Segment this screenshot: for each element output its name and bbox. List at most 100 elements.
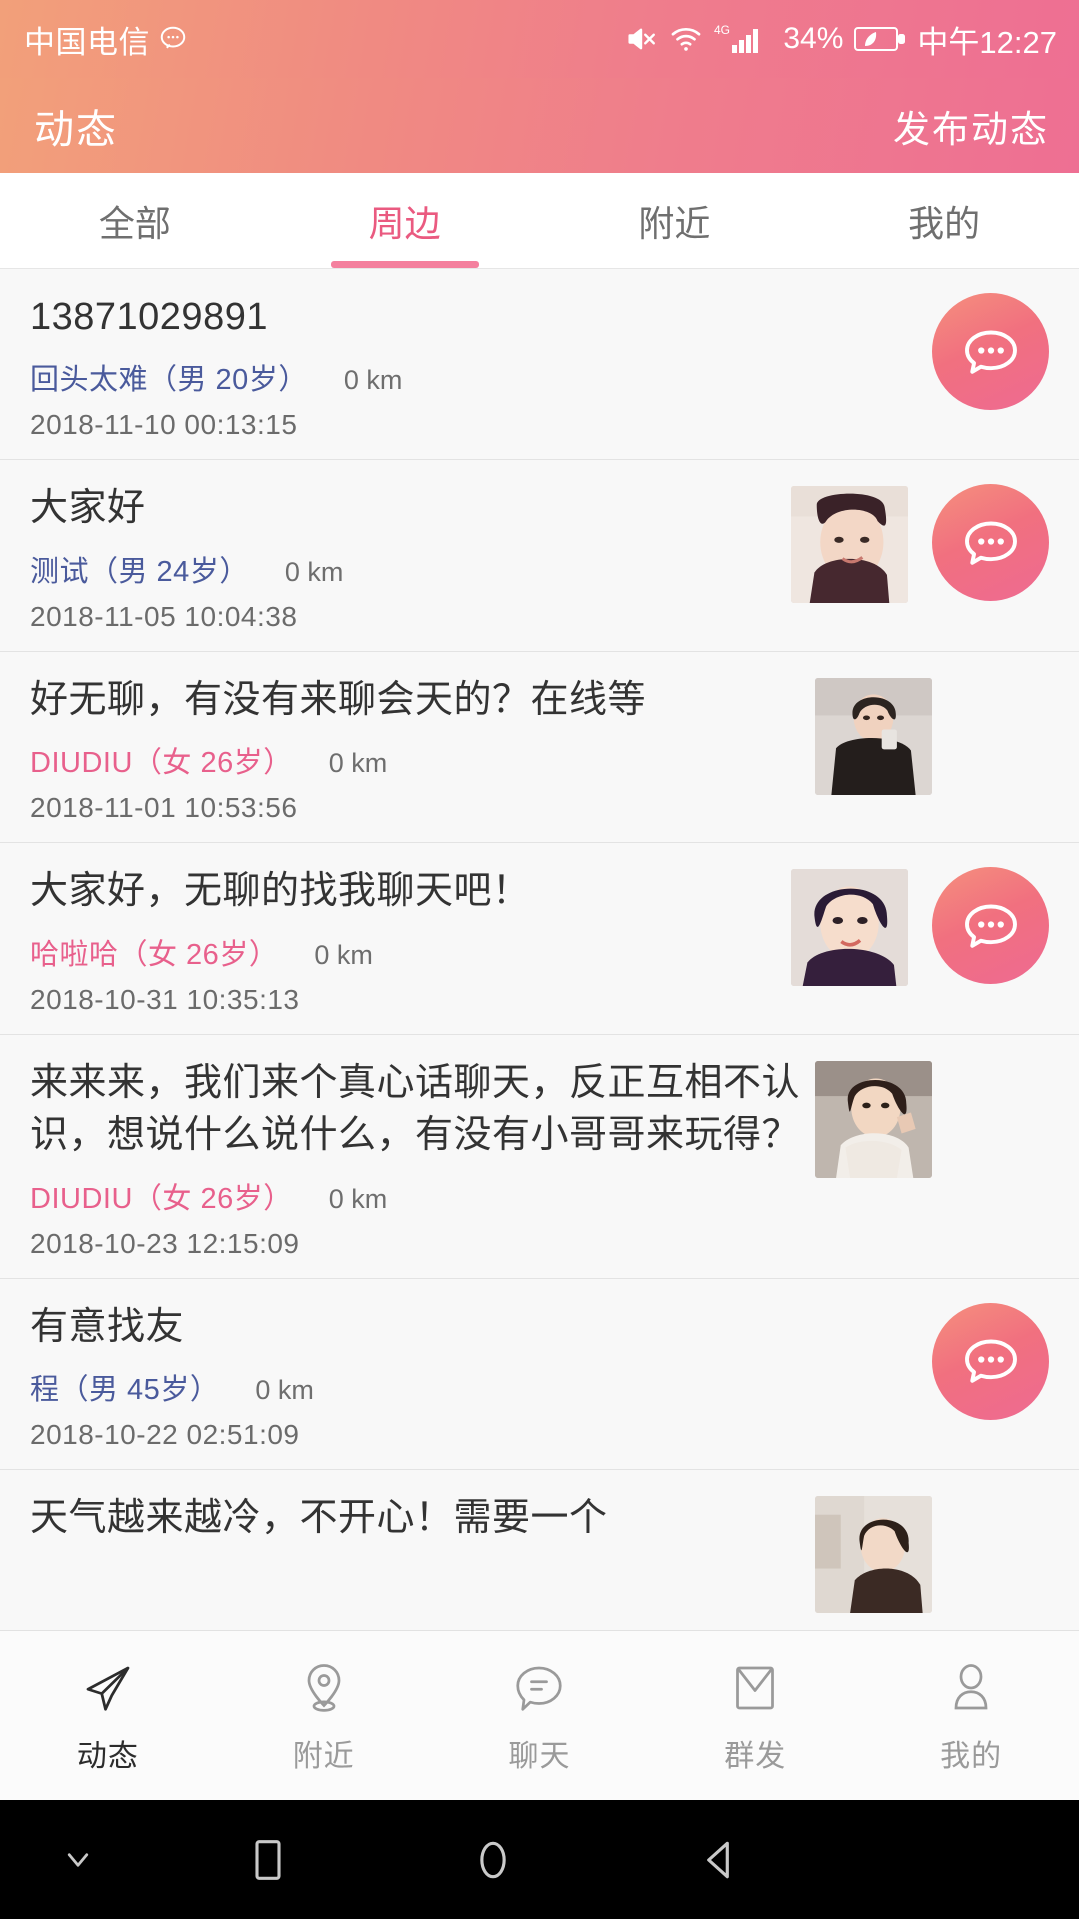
chat-button[interactable]: [932, 293, 1049, 410]
tab-all[interactable]: 全部: [0, 173, 270, 268]
person-icon: [941, 1657, 1001, 1719]
post-text: 好无聊，有没有来聊会天的？在线等: [30, 678, 647, 721]
post-distance: 0 km: [328, 1183, 388, 1214]
post-thumbnail[interactable]: [791, 486, 908, 604]
status-bar-right: 4G 34% 中午12:27: [624, 17, 1057, 62]
recents-icon[interactable]: [155, 1834, 380, 1886]
post-meta: 程（男 45岁） 0 km: [30, 1366, 777, 1408]
post-thumbnail[interactable]: [815, 677, 932, 795]
nav-label-broadcast: 群发: [724, 1739, 787, 1773]
post-meta: 回头太难（男 20岁） 0 km: [30, 356, 777, 398]
nav-item-mine[interactable]: 我的: [863, 1657, 1079, 1775]
post-text: 来来来，我们来个真心话聊天，反正互相不认识，想说什么说什么，有没有小哥哥来玩得？: [30, 1061, 801, 1157]
post-content: 大家好，无聊的找我聊天吧！ 哈啦哈（女 26岁） 0 km 2018-10-31…: [30, 865, 791, 1015]
post-author[interactable]: 测试（男 24岁）: [30, 548, 249, 590]
post-thumbnail[interactable]: [791, 869, 908, 987]
post-timestamp: 2018-11-05 10:04:38: [30, 600, 298, 632]
post-text: 天气越来越冷，不开心！需要一个: [30, 1497, 608, 1540]
post-text: 13871029891: [30, 296, 268, 338]
post-distance: 0 km: [284, 556, 344, 587]
post-content: 13871029891 回头太难（男 20岁） 0 km 2018-11-10 …: [30, 291, 791, 441]
nav-label-mine: 我的: [940, 1739, 1003, 1773]
post-text: 有意找友: [30, 1305, 185, 1348]
nav-item-nearby[interactable]: 附近: [216, 1657, 432, 1775]
wifi-icon: [669, 22, 703, 56]
post-author[interactable]: 程（男 45岁）: [30, 1366, 219, 1408]
post-item[interactable]: 天气越来越冷，不开心！需要一个: [0, 1470, 1079, 1630]
post-author[interactable]: 哈啦哈（女 26岁）: [30, 931, 278, 973]
post-thumbnail[interactable]: [815, 1496, 932, 1614]
post-timestamp: 2018-11-10 00:13:15: [30, 409, 298, 441]
chat-button[interactable]: [932, 484, 1049, 602]
svg-text:4G: 4G: [714, 23, 730, 37]
post-distance: 0 km: [328, 748, 388, 779]
post-distance: 0 km: [343, 365, 403, 396]
post-meta: DIUDIU（女 26岁） 0 km: [30, 1175, 801, 1217]
chat-button-placeholder: [932, 674, 1049, 791]
back-icon[interactable]: [605, 1834, 830, 1886]
post-item[interactable]: 有意找友 程（男 45岁） 0 km 2018-10-22 02:51:09: [0, 1278, 1079, 1471]
tab-bar: 全部 周边 附近 我的: [0, 173, 1079, 269]
post-item[interactable]: 来来来，我们来个真心话聊天，反正互相不认识，想说什么说什么，有没有小哥哥来玩得？…: [0, 1034, 1079, 1279]
post-content: 大家好 测试（男 24岁） 0 km 2018-11-05 10:04:38: [30, 482, 791, 632]
post-text: 大家好: [30, 487, 146, 530]
hide-keyboard-icon[interactable]: [0, 1839, 155, 1881]
post-item[interactable]: 大家好 测试（男 24岁） 0 km 2018-11-05 10:04:38: [0, 460, 1079, 652]
nav-item-chat[interactable]: 聊天: [432, 1657, 648, 1775]
post-author[interactable]: 回头太难（男 20岁）: [30, 356, 308, 398]
post-timestamp: 2018-10-22 02:51:09: [30, 1419, 300, 1451]
post-content: 天气越来越冷，不开心！需要一个: [30, 1492, 815, 1544]
post-distance: 0 km: [314, 939, 373, 970]
post-author[interactable]: DIUDIU（女 26岁）: [30, 1175, 293, 1217]
post-item[interactable]: 13871029891 回头太难（男 20岁） 0 km 2018-11-10 …: [0, 269, 1079, 461]
mute-icon: [624, 22, 658, 56]
paper-plane-icon: [78, 1657, 138, 1719]
android-system-bar: [0, 1800, 1079, 1919]
post-meta: 测试（男 24岁） 0 km: [30, 548, 777, 590]
post-meta: 哈啦哈（女 26岁） 0 km: [30, 931, 777, 973]
app-header: 动态 发布动态: [0, 78, 1079, 173]
post-distance: 0 km: [255, 1375, 314, 1406]
chat-button[interactable]: [932, 1302, 1049, 1420]
chat-button[interactable]: [932, 867, 1049, 985]
map-pin-icon: [294, 1657, 354, 1719]
page-title: 动态: [34, 107, 118, 152]
tab-nearby[interactable]: 附近: [540, 173, 810, 268]
post-text: 大家好，无聊的找我聊天吧！: [30, 870, 531, 913]
phone-screen: 中国电信 4G 34% 中午12:27 动态 发布动态 全部 周边 附近 我的 …: [0, 0, 1079, 1919]
bottom-navigation: 动态 附近 聊天 群发 我的: [0, 1630, 1079, 1800]
chat-button-placeholder: [932, 1492, 1049, 1609]
post-timestamp: 2018-10-23 12:15:09: [30, 1227, 300, 1259]
post-item[interactable]: 大家好，无聊的找我聊天吧！ 哈啦哈（女 26岁） 0 km 2018-10-31…: [0, 843, 1079, 1035]
status-bar-left: 中国电信: [24, 17, 188, 62]
publish-post-button[interactable]: 发布动态: [893, 99, 1049, 153]
nav-label-chat: 聊天: [508, 1739, 571, 1773]
thumbnail-placeholder: [791, 1301, 908, 1418]
post-content: 有意找友 程（男 45岁） 0 km 2018-10-22 02:51:09: [30, 1301, 791, 1451]
clock-label: 中午12:27: [917, 24, 1057, 60]
carrier-label: 中国电信: [24, 24, 150, 60]
nav-label-moments: 动态: [76, 1739, 139, 1773]
status-bar: 中国电信 4G 34% 中午12:27: [0, 0, 1079, 78]
post-content: 好无聊，有没有来聊会天的？在线等 DIUDIU（女 26岁） 0 km 2018…: [30, 674, 815, 824]
tab-mine[interactable]: 我的: [809, 173, 1079, 268]
home-icon[interactable]: [380, 1834, 605, 1886]
post-item[interactable]: 好无聊，有没有来聊会天的？在线等 DIUDIU（女 26岁） 0 km 2018…: [0, 651, 1079, 844]
battery-percent-label: 34%: [783, 22, 844, 55]
post-content: 来来来，我们来个真心话聊天，反正互相不认识，想说什么说什么，有没有小哥哥来玩得？…: [30, 1057, 815, 1260]
post-feed[interactable]: 13871029891 回头太难（男 20岁） 0 km 2018-11-10 …: [0, 269, 1079, 1630]
post-timestamp: 2018-11-01 10:53:56: [30, 792, 298, 824]
post-thumbnail[interactable]: [815, 1060, 932, 1178]
post-timestamp: 2018-10-31 10:35:13: [30, 983, 300, 1015]
chat-bubble-icon: [509, 1657, 569, 1719]
tab-around[interactable]: 周边: [270, 173, 540, 268]
nav-item-moments[interactable]: 动态: [0, 1657, 216, 1775]
post-meta: DIUDIU（女 26岁） 0 km: [30, 739, 801, 781]
broadcast-envelope-icon: [725, 1657, 785, 1719]
thumbnail-placeholder: [791, 291, 908, 408]
post-author[interactable]: DIUDIU（女 26岁）: [30, 739, 293, 781]
battery-icon: [854, 24, 906, 54]
4g-signal-icon: 4G: [714, 21, 772, 57]
nav-item-broadcast[interactable]: 群发: [647, 1657, 863, 1775]
chat-button-placeholder: [932, 1057, 1049, 1174]
